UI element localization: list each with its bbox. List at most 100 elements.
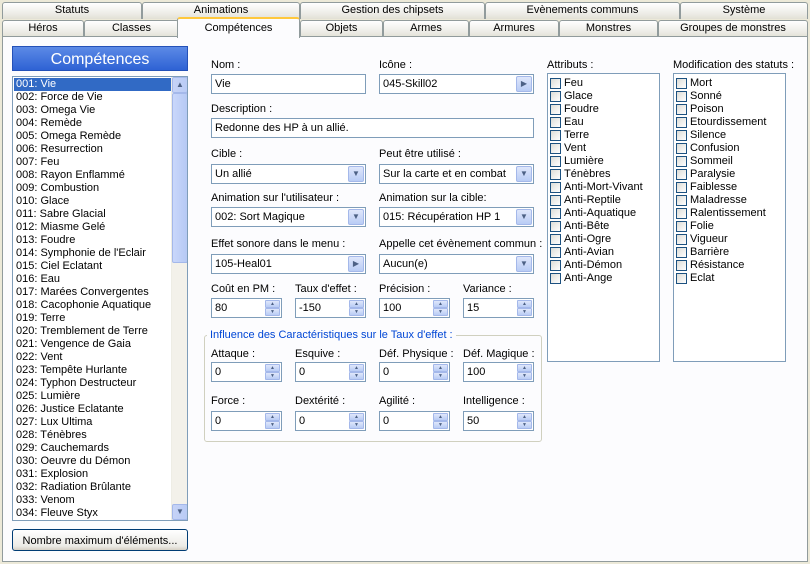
list-item[interactable]: 021: Vengence de Gaia xyxy=(14,338,172,351)
spin-up-icon[interactable]: ▲ xyxy=(433,300,448,308)
list-item[interactable]: 034: Fleuve Styx xyxy=(14,507,172,520)
list-item[interactable]: 031: Explosion xyxy=(14,468,172,481)
spin-up-icon[interactable]: ▲ xyxy=(265,413,280,421)
checkbox[interactable] xyxy=(550,273,561,284)
chevron-down-icon[interactable]: ▼ xyxy=(348,166,364,182)
list-item[interactable]: 014: Symphonie de l'Eclair xyxy=(14,247,172,260)
eva-spinner[interactable]: 0 ▲ ▼ xyxy=(295,362,366,382)
states-checklist[interactable]: Mort Sonné Poison Etourdissement Silence Conf… xyxy=(673,73,786,362)
description-input[interactable]: Redonne des HP à un allié. xyxy=(211,118,534,138)
checkbox[interactable] xyxy=(550,247,561,258)
sp-cost-spinner[interactable]: 80 ▲ ▼ xyxy=(211,298,282,318)
scroll-up-icon[interactable]: ▲ xyxy=(172,77,187,93)
chevron-down-icon[interactable]: ▼ xyxy=(516,209,532,225)
spin-up-icon[interactable]: ▲ xyxy=(433,364,448,372)
checkbox[interactable] xyxy=(676,208,687,219)
dex-spinner[interactable]: 0 ▲ ▼ xyxy=(295,411,366,431)
checkbox[interactable] xyxy=(676,234,687,245)
spin-up-icon[interactable]: ▲ xyxy=(349,364,364,372)
list-item[interactable]: 006: Resurrection xyxy=(14,143,172,156)
checkbox[interactable] xyxy=(550,78,561,89)
spin-up-icon[interactable]: ▲ xyxy=(517,413,532,421)
atk-spinner[interactable]: 0 ▲ ▼ xyxy=(211,362,282,382)
power-spinner[interactable]: -150 ▲ ▼ xyxy=(295,298,366,318)
list-item[interactable]: 010: Glace xyxy=(14,195,172,208)
skills-list-scrollbar[interactable]: ▲ ▼ xyxy=(171,77,187,520)
tab-systeme[interactable]: Système xyxy=(680,2,808,19)
scroll-down-icon[interactable]: ▼ xyxy=(172,504,187,520)
list-item[interactable]: 012: Miasme Gelé xyxy=(14,221,172,234)
spin-down-icon[interactable]: ▼ xyxy=(517,421,532,429)
str-spinner[interactable]: 0 ▲ ▼ xyxy=(211,411,282,431)
list-item[interactable]: 008: Rayon Enflammé xyxy=(14,169,172,182)
list-item[interactable]: 032: Radiation Brûlante xyxy=(14,481,172,494)
list-item[interactable]: 030: Oeuvre du Démon xyxy=(14,455,172,468)
checkbox[interactable] xyxy=(550,234,561,245)
checkbox[interactable] xyxy=(550,104,561,115)
spin-down-icon[interactable]: ▼ xyxy=(349,308,364,316)
list-item[interactable]: 028: Ténèbres xyxy=(14,429,172,442)
checkbox[interactable] xyxy=(550,130,561,141)
chevron-down-icon[interactable]: ▼ xyxy=(348,209,364,225)
list-item[interactable]: 019: Terre xyxy=(14,312,172,325)
checkbox[interactable] xyxy=(550,195,561,206)
checkbox[interactable] xyxy=(676,169,687,180)
checkbox[interactable] xyxy=(550,91,561,102)
spin-down-icon[interactable]: ▼ xyxy=(433,372,448,380)
spin-up-icon[interactable]: ▲ xyxy=(349,413,364,421)
spin-down-icon[interactable]: ▼ xyxy=(265,372,280,380)
spin-down-icon[interactable]: ▼ xyxy=(265,421,280,429)
checkbox[interactable] xyxy=(676,143,687,154)
checkbox[interactable] xyxy=(550,156,561,167)
list-item[interactable]: 005: Omega Remède xyxy=(14,130,172,143)
agi-spinner[interactable]: 0 ▲ ▼ xyxy=(379,411,450,431)
chevron-down-icon[interactable]: ▼ xyxy=(516,256,532,272)
chevron-down-icon[interactable]: ▼ xyxy=(516,166,532,182)
tab-objets[interactable]: Objets xyxy=(300,20,383,37)
spin-down-icon[interactable]: ▼ xyxy=(433,421,448,429)
list-item[interactable]: 002: Force de Vie xyxy=(14,91,172,104)
spin-down-icon[interactable]: ▼ xyxy=(433,308,448,316)
tab-heros[interactable]: Héros xyxy=(2,20,84,37)
checkbox[interactable] xyxy=(550,208,561,219)
list-item[interactable]: 026: Justice Eclatante xyxy=(14,403,172,416)
list-item[interactable]: 025: Lumière xyxy=(14,390,172,403)
tab-monstres[interactable]: Monstres xyxy=(559,20,658,37)
variance-spinner[interactable]: 15 ▲ ▼ xyxy=(463,298,534,318)
checkbox[interactable] xyxy=(550,221,561,232)
spin-down-icon[interactable]: ▼ xyxy=(265,308,280,316)
icon-browse-icon[interactable]: ▶ xyxy=(516,76,532,92)
tab-statuts[interactable]: Statuts xyxy=(2,2,142,19)
spin-up-icon[interactable]: ▲ xyxy=(433,413,448,421)
spin-up-icon[interactable]: ▲ xyxy=(265,364,280,372)
list-item[interactable]: 027: Lux Ultima xyxy=(14,416,172,429)
spin-down-icon[interactable]: ▼ xyxy=(517,308,532,316)
anim-target-select[interactable]: 015: Récupération HP 1 ▼ xyxy=(379,207,534,227)
list-item[interactable]: 020: Tremblement de Terre xyxy=(14,325,172,338)
tab-groupes-monstres[interactable]: Groupes de monstres xyxy=(658,20,808,37)
list-item[interactable]: 024: Typhon Destructeur xyxy=(14,377,172,390)
anim-user-select[interactable]: 002: Sort Magique ▼ xyxy=(211,207,366,227)
spin-up-icon[interactable]: ▲ xyxy=(265,300,280,308)
list-item[interactable]: 011: Sabre Glacial xyxy=(14,208,172,221)
list-item[interactable]: 007: Feu xyxy=(14,156,172,169)
checkbox[interactable] xyxy=(550,182,561,193)
tab-competences[interactable]: Compétences xyxy=(177,17,300,38)
checkbox[interactable] xyxy=(676,78,687,89)
list-item[interactable]: 004: Remède xyxy=(14,117,172,130)
checkbox[interactable] xyxy=(676,156,687,167)
checkbox[interactable] xyxy=(676,91,687,102)
list-item[interactable]: 029: Cauchemards xyxy=(14,442,172,455)
menu-se-browse-icon[interactable]: ▶ xyxy=(348,256,364,272)
tab-evenements-communs[interactable]: Evènements communs xyxy=(485,2,680,19)
mdef-spinner[interactable]: 100 ▲ ▼ xyxy=(463,362,534,382)
checkbox[interactable] xyxy=(676,182,687,193)
list-item[interactable]: 015: Ciel Eclatant xyxy=(14,260,172,273)
usable-select[interactable]: Sur la carte et en combat ▼ xyxy=(379,164,534,184)
checkbox[interactable] xyxy=(676,260,687,271)
spin-up-icon[interactable]: ▲ xyxy=(517,300,532,308)
list-item[interactable]: 018: Cacophonie Aquatique xyxy=(14,299,172,312)
list-item[interactable]: 022: Vent xyxy=(14,351,172,364)
tab-classes[interactable]: Classes xyxy=(84,20,179,37)
list-item[interactable]: 016: Eau xyxy=(14,273,172,286)
